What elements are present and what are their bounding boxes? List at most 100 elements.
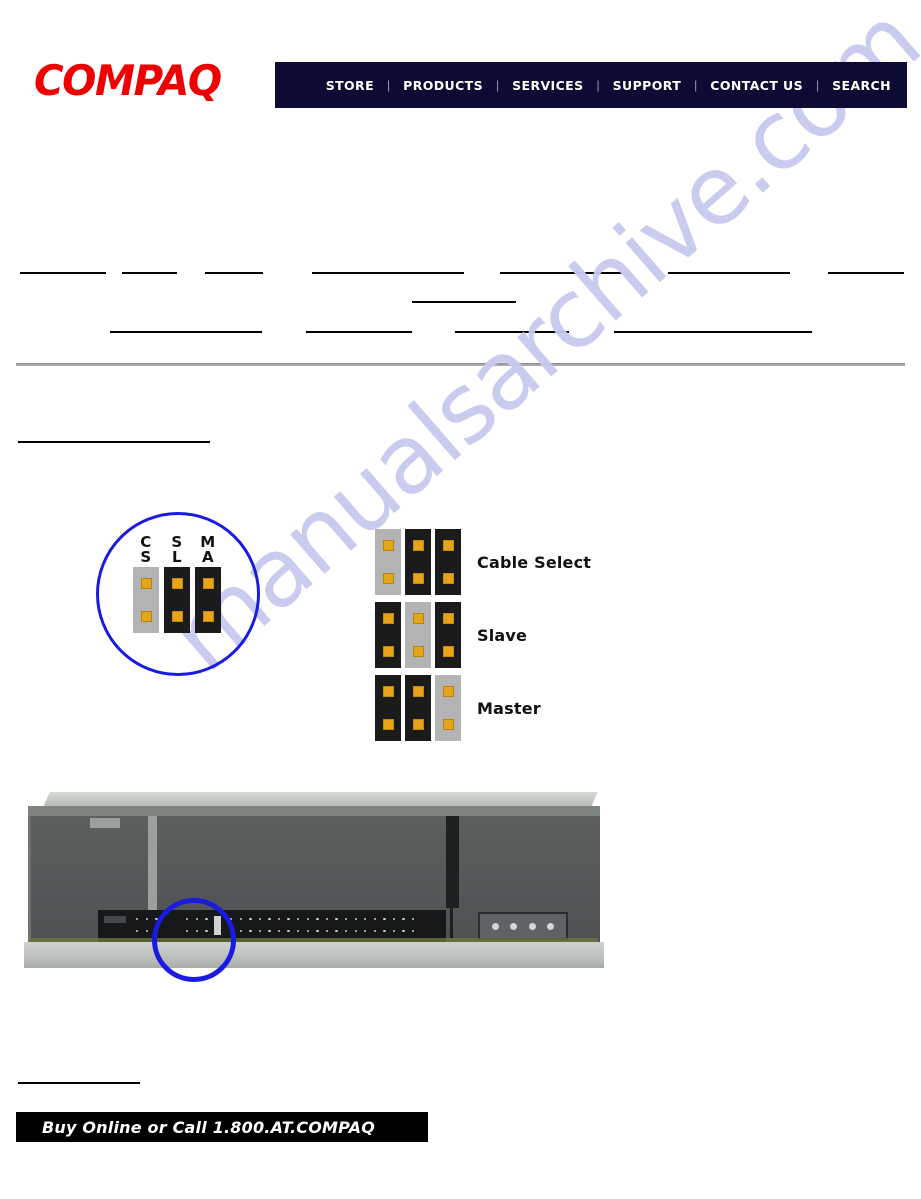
jumper-column-ma: MA: [195, 535, 221, 633]
jumper-config-cable-select: Cable Select: [375, 528, 591, 596]
connector-pin: [411, 918, 415, 921]
page-link-0-1[interactable]: [122, 259, 177, 274]
jumper-block: [435, 529, 461, 595]
drive-jumper-callout-circle: [152, 898, 236, 982]
connector-pin: [344, 918, 348, 921]
power-connector-pin: [491, 922, 499, 930]
jumper-pin: [382, 613, 394, 624]
connector-pin: [392, 918, 396, 921]
jumper-pin: [382, 719, 394, 730]
connector-pin: [402, 930, 405, 933]
jumper-pin: [412, 646, 424, 657]
drive-notch: [90, 818, 120, 828]
page-link-0-0[interactable]: [20, 259, 106, 274]
connector-pin: [316, 930, 319, 933]
connector-pin: [325, 930, 329, 933]
connector-pin: [392, 930, 396, 933]
jumper-config-master: Master: [375, 674, 591, 742]
jumper-block: [405, 529, 431, 595]
jumper-block: [133, 567, 159, 633]
connector-pin: [287, 930, 290, 933]
page-link-0-6[interactable]: [828, 259, 904, 274]
jumper-pin: [202, 578, 214, 589]
jumper-block: [405, 602, 431, 668]
jumper-configuration-legend: Cable Select Slave Master: [375, 528, 591, 747]
connector-pin: [297, 930, 300, 933]
connector-pin: [306, 918, 310, 921]
aux-pin-dot: [145, 930, 148, 933]
page-link-0-3[interactable]: [312, 259, 464, 274]
jumper-pin: [412, 540, 424, 551]
page-link-2-2[interactable]: [455, 318, 569, 333]
jumper-block: [435, 602, 461, 668]
jumper-pin: [442, 646, 454, 657]
nav-item-support[interactable]: SUPPORT: [611, 78, 684, 93]
nav-item-products[interactable]: PRODUCTS: [401, 78, 485, 93]
jumper-label: SL: [171, 533, 183, 566]
jumper-pin: [442, 613, 454, 624]
connector-pin: [249, 918, 252, 921]
connector-pin: [268, 930, 271, 933]
page-link-3-0[interactable]: [18, 428, 210, 443]
footer-promo-bar[interactable]: Buy Online or Call 1.800.AT.COMPAQ: [16, 1112, 428, 1142]
main-navigation: STORE | PRODUCTS | SERVICES | SUPPORT | CONTACT …: [275, 62, 907, 108]
page-link-0-5[interactable]: [668, 259, 790, 274]
jumper-block: [375, 529, 401, 595]
connector-pin: [411, 930, 415, 933]
jumper-config-label: Master: [477, 698, 541, 718]
connector-pin: [335, 918, 338, 921]
page-link-2-1[interactable]: [306, 318, 412, 333]
nav-item-contact-us[interactable]: CONTACT US: [708, 78, 805, 93]
connector-pin: [325, 918, 329, 921]
jumper-label: MA: [200, 533, 216, 566]
jumper-pin: [171, 578, 183, 589]
connector-pin: [297, 918, 300, 921]
jumper-pin: [412, 573, 424, 584]
jumper-config-blocks: [375, 529, 461, 595]
link-row: [0, 1069, 921, 1084]
jumper-pin: [382, 540, 394, 551]
connector-pin: [364, 930, 367, 933]
jumper-block: [375, 602, 401, 668]
jumper-settings-diagram: CS SL MA Cable Select Slave Master: [0, 470, 921, 770]
drive-bottom-plate: [24, 942, 604, 968]
nav-separator: |: [495, 78, 500, 92]
jumper-pin: [442, 719, 454, 730]
jumper-pin: [140, 611, 152, 622]
connector-pin: [335, 930, 338, 933]
jumper-pin: [382, 646, 394, 657]
page-link-1-0[interactable]: [412, 288, 516, 303]
jumper-block: [405, 675, 431, 741]
jumper-label: CS: [140, 533, 152, 566]
connector-pin: [277, 918, 281, 921]
link-row: [0, 428, 921, 443]
page-link-0-4[interactable]: [500, 259, 622, 274]
jumper-callout-blocks: CS SL MA: [133, 535, 221, 633]
page-link-0-2[interactable]: [205, 259, 263, 274]
nav-item-store[interactable]: STORE: [324, 78, 376, 93]
connector-pin: [402, 918, 405, 921]
page-link-4-0[interactable]: [18, 1069, 140, 1084]
nav-item-services[interactable]: SERVICES: [510, 78, 585, 93]
aux-pin-dot: [136, 918, 139, 921]
link-row: [0, 288, 921, 303]
connector-pin: [306, 930, 310, 933]
site-header: COMPAQ STORE | PRODUCTS | SERVICES | SUPPORT | C…: [0, 0, 921, 120]
power-connector-pin: [547, 922, 555, 930]
horizontal-rule: [16, 363, 905, 366]
page-link-2-3[interactable]: [614, 318, 812, 333]
connector-pin: [268, 918, 271, 921]
connector-pin: [383, 930, 386, 933]
hard-drive-photo: [18, 792, 610, 977]
jumper-pin: [442, 686, 454, 697]
aux-pin-dot: [136, 930, 139, 933]
nav-separator: |: [694, 78, 698, 92]
nav-item-search[interactable]: SEARCH: [830, 78, 893, 93]
jumper-pin: [412, 719, 424, 730]
connector-pin: [354, 930, 357, 933]
drive-left-edge: [28, 816, 31, 942]
connector-pin: [316, 918, 319, 921]
page-link-2-0[interactable]: [110, 318, 262, 333]
nav-separator: |: [815, 78, 820, 92]
aux-pin-row: [136, 918, 158, 921]
